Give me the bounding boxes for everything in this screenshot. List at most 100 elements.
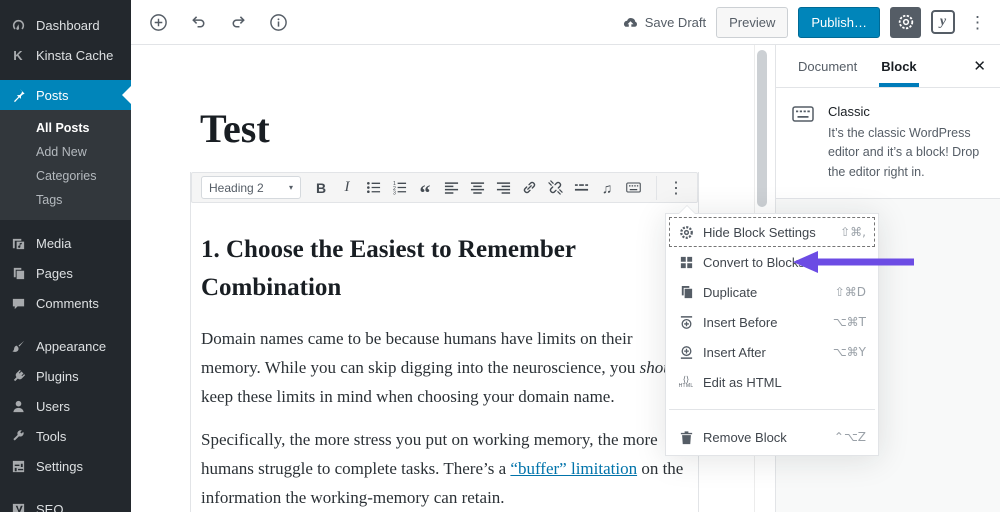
menu-item-hide-block-settings[interactable]: Hide Block Settings ⇧⌘, xyxy=(669,217,875,247)
menu-item-convert-to-blocks[interactable]: Convert to Blocks xyxy=(669,247,875,277)
content-structure-button[interactable] xyxy=(263,7,293,37)
menu-shortcut: ⌥⌘T xyxy=(833,315,866,329)
submenu-item-categories[interactable]: Categories xyxy=(0,164,131,188)
sidebar-item-label: Settings xyxy=(36,459,83,474)
align-center-button[interactable] xyxy=(464,176,490,200)
wordpress-gutenberg-editor: Dashboard K Kinsta Cache Posts All Posts… xyxy=(0,0,1000,512)
style-select-value: Heading 2 xyxy=(209,181,264,195)
settings-gear-button[interactable] xyxy=(890,7,921,38)
buffer-limitation-link[interactable]: “buffer” limitation xyxy=(510,459,637,478)
editor-topbar: Save Draft Preview Publish… y ⋮ xyxy=(131,0,1000,45)
save-draft-button[interactable]: Save Draft xyxy=(622,15,706,30)
link-icon xyxy=(522,180,537,195)
menu-item-insert-before[interactable]: Insert Before ⌥⌘T xyxy=(669,307,875,337)
menu-item-label: Insert Before xyxy=(703,315,777,330)
submenu-item-tags[interactable]: Tags xyxy=(0,188,131,212)
close-icon: ✕ xyxy=(973,57,986,75)
post-title-input[interactable]: Test xyxy=(200,105,270,152)
sidebar-item-label: Dashboard xyxy=(36,18,100,33)
yoast-seo-button[interactable]: y xyxy=(931,10,955,34)
sidebar-item-users[interactable]: Users xyxy=(0,391,131,421)
yoast-icon xyxy=(9,501,27,512)
numbered-list-button[interactable]: 123 xyxy=(386,176,412,200)
sidebar-item-comments[interactable]: Comments xyxy=(0,288,131,318)
bold-button[interactable]: B xyxy=(308,176,334,200)
sidebar-item-label: Posts xyxy=(36,88,69,103)
unlink-icon xyxy=(548,180,563,195)
menu-item-label: Edit as HTML xyxy=(703,375,782,390)
sidebar-item-pages[interactable]: Pages xyxy=(0,258,131,288)
align-right-button[interactable] xyxy=(490,176,516,200)
sidebar-item-media[interactable]: Media xyxy=(0,228,131,258)
bullet-list-button[interactable] xyxy=(360,176,386,200)
brush-icon xyxy=(9,338,27,354)
tab-document[interactable]: Document xyxy=(786,45,869,87)
content-paragraph-1[interactable]: Domain names came to be because humans h… xyxy=(201,324,686,411)
add-media-button[interactable]: ♫ xyxy=(594,176,620,200)
admin-sidebar: Dashboard K Kinsta Cache Posts All Posts… xyxy=(0,0,131,512)
bullet-list-icon xyxy=(366,180,381,195)
plug-icon xyxy=(9,368,27,384)
submenu-item-add-new[interactable]: Add New xyxy=(0,140,131,164)
sidebar-item-tools[interactable]: Tools xyxy=(0,421,131,451)
insert-after-icon xyxy=(678,345,694,360)
blockquote-button[interactable]: “ xyxy=(412,176,438,200)
content-heading[interactable]: 1. Choose the Easiest to Remember Combin… xyxy=(201,231,686,306)
sidebar-item-posts[interactable]: Posts xyxy=(0,80,131,110)
keyboard-icon xyxy=(792,104,816,182)
menu-item-label: Duplicate xyxy=(703,285,757,300)
gear-icon xyxy=(897,13,915,31)
sidebar-item-label: Users xyxy=(36,399,70,414)
sidebar-item-label: Plugins xyxy=(36,369,79,384)
menu-item-insert-after[interactable]: Insert After ⌥⌘Y xyxy=(669,337,875,367)
sidebar-item-appearance[interactable]: Appearance xyxy=(0,331,131,361)
undo-button[interactable] xyxy=(183,7,213,37)
editor-canvas[interactable]: Test Heading 2 ▾ B I 123 “ xyxy=(131,45,755,512)
block-inserter-button[interactable] xyxy=(143,7,173,37)
duplicate-icon xyxy=(678,285,694,300)
menu-shortcut: ⇧⌘D xyxy=(835,285,866,299)
comment-icon xyxy=(9,295,27,311)
scrollbar-thumb[interactable] xyxy=(757,50,767,207)
publish-button[interactable]: Publish… xyxy=(798,7,880,38)
submenu-item-all-posts[interactable]: All Posts xyxy=(0,116,131,140)
keyboard-icon xyxy=(626,180,641,195)
sidebar-item-plugins[interactable]: Plugins xyxy=(0,361,131,391)
menu-item-edit-as-html[interactable]: ⟨⟩ HTML Edit as HTML xyxy=(669,367,875,397)
content-paragraph-2[interactable]: Specifically, the more stress you put on… xyxy=(201,425,686,512)
italic-button[interactable]: I xyxy=(334,176,360,200)
block-options-button[interactable]: ⋮ xyxy=(663,176,689,200)
paragraph-style-select[interactable]: Heading 2 ▾ xyxy=(201,176,301,199)
sidebar-item-seo[interactable]: SEO xyxy=(0,494,131,512)
close-settings-button[interactable]: ✕ xyxy=(959,45,1000,87)
redo-button[interactable] xyxy=(223,7,253,37)
menu-item-remove-block[interactable]: Remove Block ⌃⌥Z xyxy=(669,422,875,452)
more-tools-button[interactable]: ⋮ xyxy=(965,14,990,31)
menu-shortcut: ⌃⌥Z xyxy=(834,430,866,444)
classic-block-toolbar: Heading 2 ▾ B I 123 “ xyxy=(191,172,698,203)
remove-link-button[interactable] xyxy=(542,176,568,200)
menu-separator xyxy=(669,409,875,410)
user-icon xyxy=(9,398,27,414)
posts-submenu: All Posts Add New Categories Tags xyxy=(0,110,131,220)
gear-icon xyxy=(678,225,694,240)
sidebar-item-settings[interactable]: Settings xyxy=(0,451,131,481)
insert-link-button[interactable] xyxy=(516,176,542,200)
classic-block[interactable]: Heading 2 ▾ B I 123 “ xyxy=(190,172,699,512)
keyboard-shortcuts-button[interactable] xyxy=(620,176,646,200)
pages-icon xyxy=(9,265,27,281)
media-icon xyxy=(9,235,27,251)
block-options-menu: Hide Block Settings ⇧⌘, Convert to Block… xyxy=(665,213,879,456)
insert-before-icon xyxy=(678,315,694,330)
classic-block-content[interactable]: 1. Choose the Easiest to Remember Combin… xyxy=(191,231,698,512)
active-item-pointer xyxy=(122,86,131,104)
menu-item-duplicate[interactable]: Duplicate ⇧⌘D xyxy=(669,277,875,307)
tab-block[interactable]: Block xyxy=(869,45,928,87)
cloud-upload-icon xyxy=(622,16,639,29)
align-left-button[interactable] xyxy=(438,176,464,200)
preview-button[interactable]: Preview xyxy=(716,7,788,38)
read-more-button[interactable] xyxy=(568,176,594,200)
sidebar-item-kinsta-cache[interactable]: K Kinsta Cache xyxy=(0,40,131,70)
sidebar-item-dashboard[interactable]: Dashboard xyxy=(0,10,131,40)
save-draft-label: Save Draft xyxy=(645,15,706,30)
